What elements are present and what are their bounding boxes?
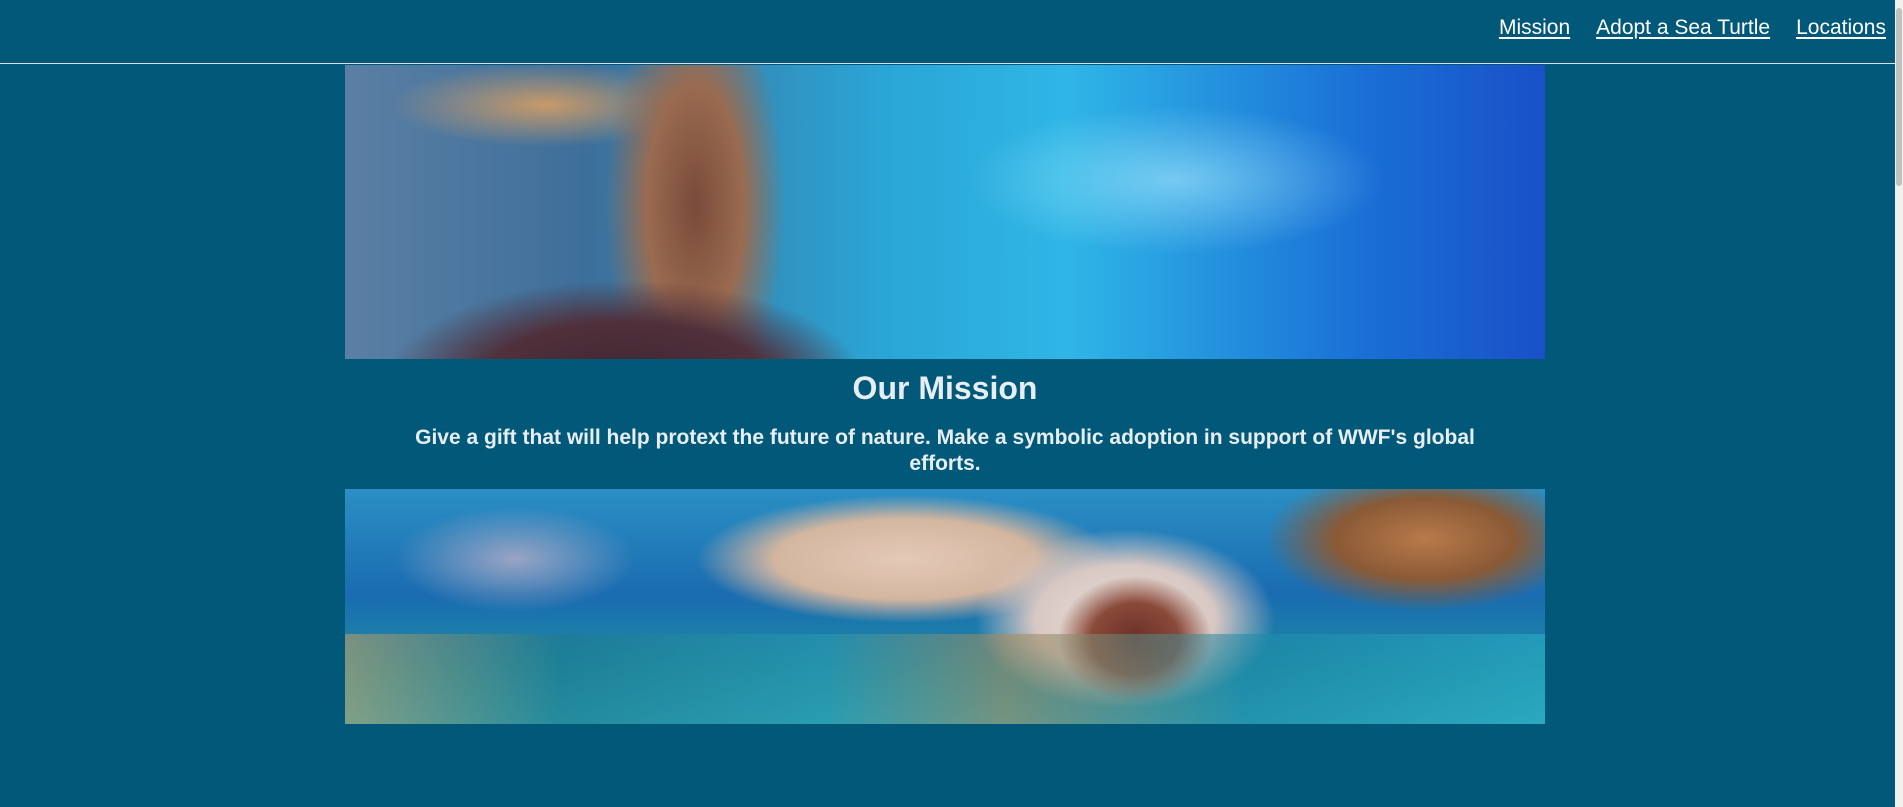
- top-navigation-bar: Mission Adopt a Sea Turtle Locations: [0, 0, 1897, 64]
- hero-image-top: [345, 65, 1545, 359]
- vertical-scrollbar[interactable]: [1895, 0, 1903, 807]
- nav-link-mission[interactable]: Mission: [1499, 16, 1570, 40]
- scrollbar-thumb[interactable]: [1896, 8, 1902, 186]
- coral-reef: [345, 634, 1545, 724]
- nav-link-locations[interactable]: Locations: [1796, 16, 1886, 40]
- hero-image-bottom: [345, 489, 1545, 724]
- mission-description: Give a gift that will help protext the f…: [415, 426, 1475, 475]
- main-nav: Mission Adopt a Sea Turtle Locations: [1499, 16, 1886, 40]
- page: Mission Adopt a Sea Turtle Locations Our…: [0, 0, 1903, 807]
- water-shine: [965, 105, 1385, 255]
- main-content: Our Mission Give a gift that will help p…: [345, 65, 1545, 724]
- nav-link-adopt-sea-turtle[interactable]: Adopt a Sea Turtle: [1596, 16, 1770, 40]
- mission-heading: Our Mission: [852, 370, 1038, 406]
